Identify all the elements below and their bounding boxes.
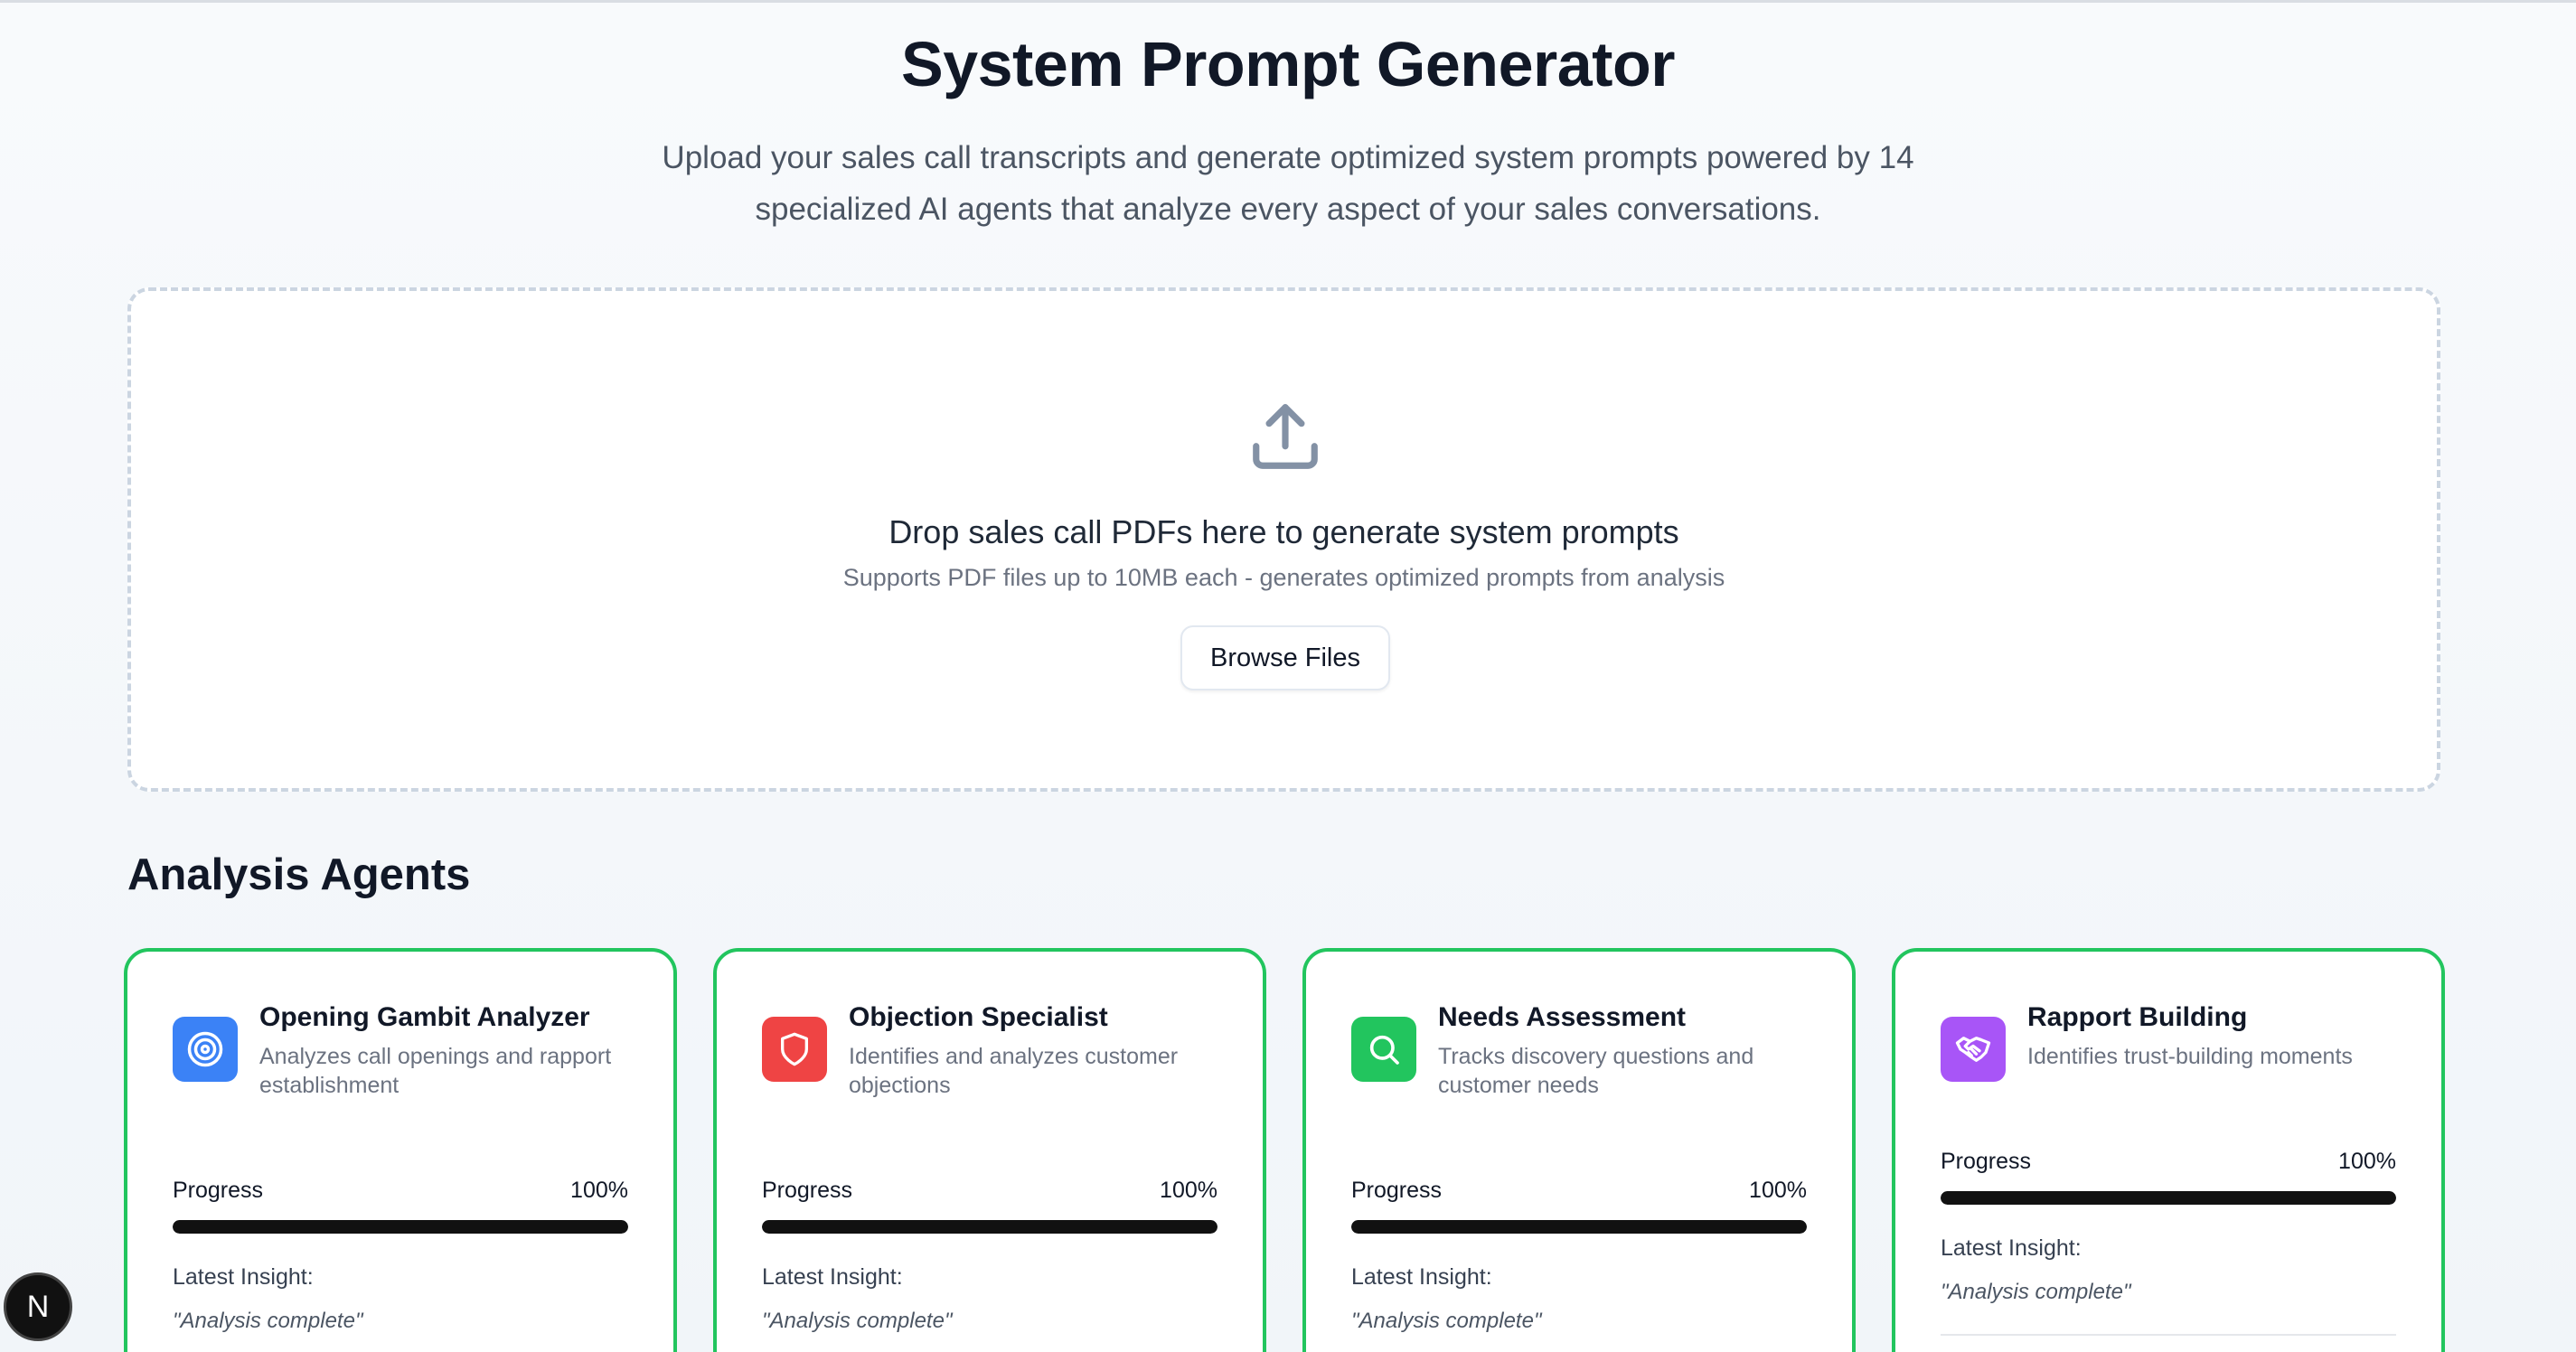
agent-card-opening-gambit[interactable]: Opening Gambit Analyzer Analyzes call op…: [124, 948, 677, 1352]
progress-label: Progress: [762, 1178, 853, 1203]
progress-label: Progress: [1351, 1178, 1443, 1203]
agent-description: Tracks discovery questions and customer …: [1438, 1044, 1754, 1098]
page: System Prompt Generator Upload your sale…: [0, 0, 2576, 1352]
dropzone-title: Drop sales call PDFs here to generate sy…: [888, 513, 1679, 550]
progress-label: Progress: [173, 1178, 264, 1203]
agent-description: Identifies and analyzes customer objecti…: [849, 1044, 1179, 1098]
progress-row: Progress 100%: [762, 1178, 1217, 1204]
hero: System Prompt Generator Upload your sale…: [0, 25, 2576, 235]
top-divider: [0, 0, 2576, 3]
insight-text: "Analysis complete": [762, 1309, 953, 1333]
progress-percent: 100%: [1749, 1178, 1807, 1203]
progress-bar: [1351, 1220, 1807, 1234]
agent-card-objection-specialist[interactable]: Objection Specialist Identifies and anal…: [713, 948, 1266, 1352]
page-subtitle: Upload your sales call transcripts and g…: [662, 140, 1914, 227]
file-dropzone[interactable]: Drop sales call PDFs here to generate sy…: [127, 287, 2440, 792]
dropzone-subtitle: Supports PDF files up to 10MB each - gen…: [842, 564, 1725, 591]
agent-description: Identifies trust-building moments: [2027, 1044, 2353, 1069]
search-icon: [1351, 1017, 1416, 1082]
insight-text: "Analysis complete": [1351, 1309, 1542, 1333]
upload-icon: [1253, 404, 1318, 469]
progress-row: Progress 100%: [1941, 1149, 2396, 1175]
progress-label: Progress: [1941, 1149, 2032, 1174]
framework-badge[interactable]: N: [4, 1272, 72, 1341]
progress-percent: 100%: [2338, 1149, 2396, 1174]
handshake-icon: [1941, 1017, 2006, 1082]
progress-fill: [173, 1220, 628, 1234]
progress-bar: [173, 1220, 628, 1234]
progress-percent: 100%: [1160, 1178, 1217, 1203]
shield-icon: [762, 1017, 827, 1082]
agent-name: Objection Specialist: [849, 1002, 1108, 1032]
agent-card-needs-assessment[interactable]: Needs Assessment Tracks discovery questi…: [1302, 948, 1856, 1352]
browse-files-button[interactable]: Browse Files: [1180, 625, 1390, 690]
agent-card-rapport-building[interactable]: Rapport Building Identifies trust-buildi…: [1892, 948, 2445, 1352]
agent-description: Analyzes call openings and rapport estab…: [259, 1044, 612, 1098]
insight-text: "Analysis complete": [173, 1309, 363, 1333]
insight-text: "Analysis complete": [1941, 1280, 2131, 1304]
card-divider: [1941, 1334, 2396, 1336]
insight-label: Latest Insight:: [762, 1264, 903, 1290]
target-icon: [173, 1017, 238, 1082]
page-title: System Prompt Generator: [901, 29, 1675, 99]
insight-label: Latest Insight:: [1351, 1264, 1492, 1290]
insight-label: Latest Insight:: [1941, 1235, 2082, 1261]
agent-name: Opening Gambit Analyzer: [259, 1002, 590, 1032]
progress-row: Progress 100%: [1351, 1178, 1807, 1204]
progress-fill: [1351, 1220, 1807, 1234]
insight-label: Latest Insight:: [173, 1264, 314, 1290]
progress-bar: [1941, 1191, 2396, 1205]
agent-name: Needs Assessment: [1438, 1002, 1687, 1032]
progress-fill: [762, 1220, 1217, 1234]
agents-section-title: Analysis Agents: [127, 850, 471, 899]
progress-percent: 100%: [570, 1178, 628, 1203]
agent-name: Rapport Building: [2027, 1002, 2248, 1032]
progress-fill: [1941, 1191, 2396, 1205]
progress-row: Progress 100%: [173, 1178, 628, 1204]
progress-bar: [762, 1220, 1217, 1234]
